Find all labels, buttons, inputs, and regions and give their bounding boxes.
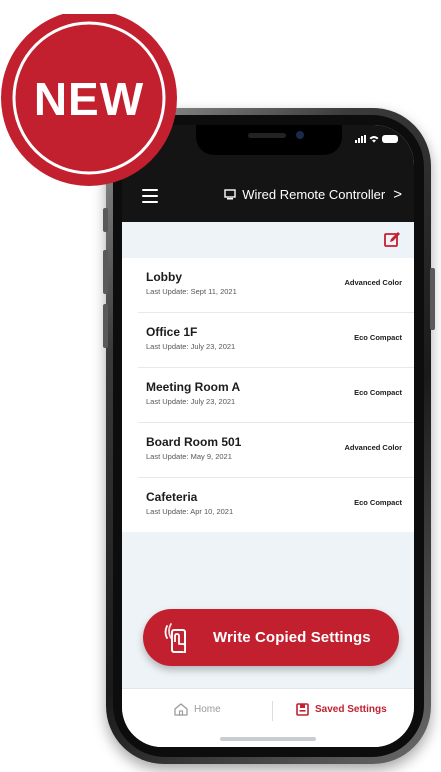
phone-side-button <box>103 208 108 232</box>
nav-saved-settings-label: Saved Settings <box>315 704 387 715</box>
setting-model: Advanced Color <box>344 278 402 287</box>
battery-icon <box>382 135 398 143</box>
saved-settings-list: Lobby Last Update: Sept 11, 2021 Advance… <box>122 258 414 532</box>
setting-model: Eco Compact <box>354 498 402 507</box>
setting-name: Board Room 501 <box>146 435 242 449</box>
nav-divider <box>272 701 273 721</box>
nav-saved-settings[interactable]: Saved Settings <box>296 703 387 716</box>
phone-notch <box>196 125 342 155</box>
setting-model: Advanced Color <box>344 443 402 452</box>
phone-power-button <box>430 268 435 330</box>
setting-name: Cafeteria <box>146 490 198 504</box>
front-camera <box>296 131 304 139</box>
new-badge-label: NEW <box>33 73 145 125</box>
setting-updated: Last Update: July 23, 2021 <box>146 342 236 351</box>
app-canvas: Wired Remote Controller > Lobby Last Upd… <box>0 0 441 772</box>
phone-screen: Wired Remote Controller > Lobby Last Upd… <box>122 125 414 747</box>
status-bar <box>355 135 398 143</box>
setting-updated: Last Update: Apr 10, 2021 <box>146 507 234 516</box>
header-title: Wired Remote Controller <box>242 187 386 202</box>
setting-updated: Last Update: Sept 11, 2021 <box>146 287 237 296</box>
nav-home[interactable]: Home <box>174 703 221 716</box>
signal-icon <box>355 135 366 143</box>
chevron-right-icon: > <box>393 186 402 203</box>
setting-name: Meeting Room A <box>146 380 241 394</box>
list-item[interactable]: Cafeteria Last Update: Apr 10, 2021 Eco … <box>138 478 414 532</box>
home-indicator-bar <box>220 737 316 741</box>
list-item[interactable]: Lobby Last Update: Sept 11, 2021 Advance… <box>138 258 414 313</box>
list-item[interactable]: Meeting Room A Last Update: July 23, 202… <box>138 368 414 423</box>
list-item[interactable]: Office 1F Last Update: July 23, 2021 Eco… <box>138 313 414 368</box>
phone-tap-icon <box>164 622 186 653</box>
speaker-grille <box>248 133 286 138</box>
setting-model: Eco Compact <box>354 333 402 342</box>
home-icon <box>174 703 188 716</box>
write-copied-settings-label: Write Copied Settings <box>213 629 371 646</box>
wifi-icon <box>369 136 379 143</box>
setting-updated: Last Update: May 9, 2021 <box>146 452 232 461</box>
setting-model: Eco Compact <box>354 388 402 397</box>
nav-home-label: Home <box>194 704 221 715</box>
phone-volume-down-button <box>103 304 108 348</box>
list-item[interactable]: Board Room 501 Last Update: May 9, 2021 … <box>138 423 414 478</box>
phone-volume-up-button <box>103 250 108 294</box>
write-copied-settings-button[interactable]: Write Copied Settings <box>143 609 399 666</box>
setting-name: Lobby <box>146 270 182 284</box>
saved-settings-icon <box>296 703 309 716</box>
setting-name: Office 1F <box>146 325 198 339</box>
controller-icon <box>224 189 236 200</box>
setting-updated: Last Update: July 23, 2021 <box>146 397 236 406</box>
controller-selector[interactable]: Wired Remote Controller > <box>224 186 402 203</box>
edit-icon[interactable] <box>383 231 401 249</box>
